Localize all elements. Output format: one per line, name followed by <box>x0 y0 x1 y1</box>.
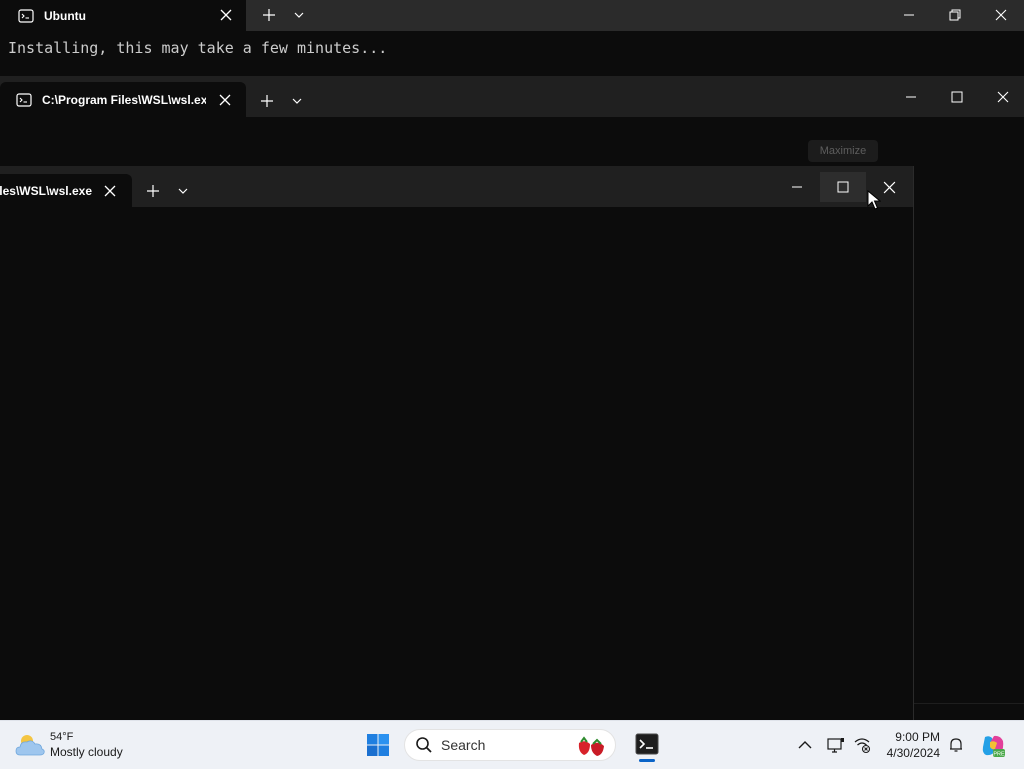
tab-label: Ubuntu <box>44 8 86 23</box>
tab-label: C:\Program Files\WSL\wsl.exe <box>0 183 92 198</box>
svg-text:PRE: PRE <box>993 752 1005 758</box>
display-icon[interactable] <box>827 736 845 754</box>
close-icon <box>995 9 1007 21</box>
divider <box>912 703 1024 704</box>
clock-date: 4/30/2024 <box>886 746 940 760</box>
title-bar[interactable]: C:\Program Files\WSL\wsl.exe <box>0 166 913 207</box>
bell-icon[interactable] <box>947 736 965 754</box>
console-output[interactable]: Installing, this may take a few minutes.… <box>8 39 387 57</box>
start-button[interactable] <box>362 729 394 761</box>
restore-button[interactable] <box>932 0 978 30</box>
close-icon <box>883 181 895 193</box>
taskbar-terminal-app[interactable] <box>630 726 664 762</box>
maximize-tooltip: Maximize <box>808 140 878 162</box>
copilot-icon[interactable]: PRE <box>980 733 1006 759</box>
close-tab-icon[interactable] <box>219 8 233 22</box>
active-indicator <box>639 759 655 762</box>
weather-widget[interactable]: 54°F Mostly cloudy <box>14 729 123 761</box>
clock[interactable]: 9:00 PM 4/30/2024 <box>878 729 940 761</box>
minimize-button[interactable] <box>774 172 820 202</box>
chevron-down-icon[interactable] <box>291 7 307 23</box>
tab-wsl[interactable]: C:\Program Files\WSL\wsl.exe <box>0 82 246 117</box>
close-tab-icon[interactable] <box>103 184 117 198</box>
maximize-icon <box>837 181 849 193</box>
strawberry-icon <box>578 736 604 756</box>
clock-time: 9:00 PM <box>895 730 940 744</box>
chevron-up-icon[interactable] <box>796 736 814 754</box>
tab-wsl[interactable]: C:\Program Files\WSL\wsl.exe <box>0 174 132 207</box>
restore-icon <box>949 9 961 21</box>
title-bar[interactable]: Ubuntu <box>0 0 1024 31</box>
cloud-icon <box>15 735 45 756</box>
terminal-icon <box>635 733 659 755</box>
close-icon <box>997 91 1009 103</box>
network-icon[interactable] <box>853 736 871 754</box>
search-input[interactable]: Search <box>404 729 616 761</box>
new-tab-icon[interactable] <box>145 183 161 199</box>
search-placeholder: Search <box>441 737 486 753</box>
weather-temp: 54°F <box>50 731 74 743</box>
close-tab-icon[interactable] <box>218 93 232 107</box>
minimize-icon <box>904 14 914 16</box>
tab-label: C:\Program Files\WSL\wsl.exe <box>42 92 206 107</box>
minimize-icon <box>792 186 802 188</box>
minimize-button[interactable] <box>888 82 934 112</box>
wsl-terminal-window-front: C:\Program Files\WSL\wsl.exe <box>0 166 914 720</box>
title-bar[interactable]: C:\Program Files\WSL\wsl.exe <box>0 76 1024 117</box>
new-tab-icon[interactable] <box>259 93 275 109</box>
new-tab-icon[interactable] <box>261 7 277 23</box>
chevron-down-icon[interactable] <box>175 183 191 199</box>
taskbar: 54°F Mostly cloudy Search 9:00 PM 4/30/2… <box>0 720 1024 769</box>
terminal-icon <box>16 92 32 107</box>
maximize-button[interactable] <box>934 82 980 112</box>
windows-logo-icon <box>367 734 389 756</box>
weather-condition: Mostly cloudy <box>50 745 123 759</box>
minimize-icon <box>906 96 916 98</box>
chevron-down-icon[interactable] <box>289 93 305 109</box>
terminal-icon <box>18 8 34 23</box>
close-button[interactable] <box>980 82 1024 112</box>
mouse-cursor-icon <box>867 190 881 210</box>
maximize-icon <box>951 91 963 103</box>
tab-ubuntu[interactable]: Ubuntu <box>0 0 246 31</box>
minimize-button[interactable] <box>886 0 932 30</box>
ubuntu-terminal-window: Ubuntu Installing, this may take a few m… <box>0 0 1024 76</box>
search-icon <box>416 737 432 753</box>
close-button[interactable] <box>978 0 1024 30</box>
maximize-button[interactable] <box>820 172 866 202</box>
